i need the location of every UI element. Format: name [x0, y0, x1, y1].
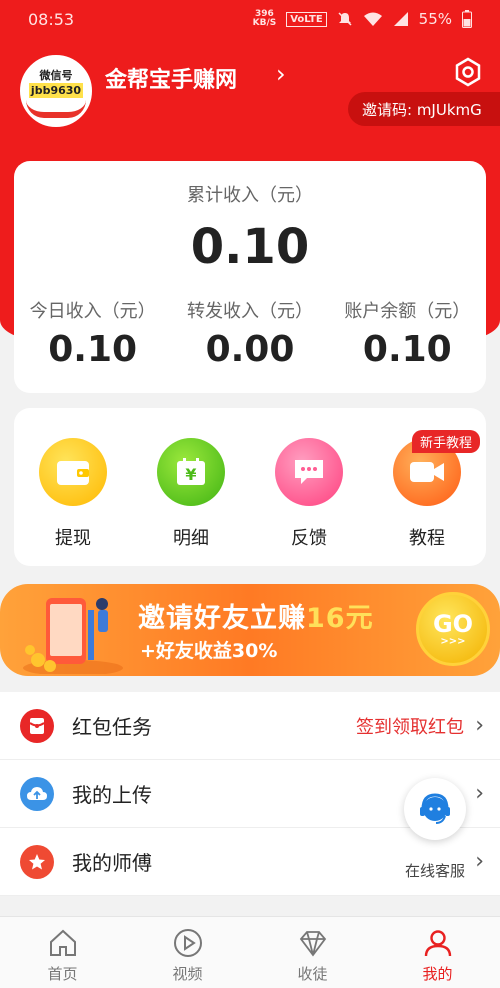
bottom-tab-bar: 首页 视频 收徒 我的 [0, 916, 500, 988]
feedback-button[interactable]: 反馈 [250, 408, 368, 566]
play-icon [173, 929, 202, 957]
settings-icon[interactable] [453, 57, 483, 87]
wallet-icon [39, 438, 107, 506]
invite-friends-banner[interactable]: 邀请好友立赚16元 +好友收益30% GO >>> [0, 584, 500, 676]
person-icon [424, 930, 451, 957]
star-icon [20, 844, 54, 879]
network-speed: 396 KB/S [252, 9, 277, 28]
total-income-label: 累计收入（元） [187, 185, 313, 206]
quick-actions: 提现 ¥ 明细 反馈 新手教程 教程 [14, 408, 486, 566]
cloud-upload-icon [20, 776, 54, 811]
headset-icon [404, 778, 466, 840]
go-button[interactable]: GO >>> [416, 592, 490, 666]
status-time: 08:53 [28, 9, 75, 29]
svg-text:¥: ¥ [185, 465, 196, 484]
chevron-right-icon: › [475, 781, 484, 806]
home-icon [49, 929, 76, 956]
wifi-icon [363, 12, 382, 26]
chevron-right-icon: › [475, 849, 484, 874]
red-envelope-icon [20, 708, 54, 743]
chevron-right-icon: › [475, 713, 484, 738]
chevron-right-icon[interactable]: › [276, 60, 286, 88]
account-balance: 账户余额（元） 0.10 [344, 301, 471, 370]
new-tutorial-badge: 新手教程 [411, 430, 480, 453]
income-card: 累计收入（元） 0.10 今日收入（元） 0.10 转发收入（元） 0.00 账… [14, 161, 486, 393]
status-bar: 08:53 396 KB/S VoLTE 55% [0, 0, 500, 38]
tab-home[interactable]: 首页 [0, 917, 125, 988]
today-income: 今日收入（元） 0.10 [29, 301, 156, 370]
battery-percent: 55% [418, 10, 452, 28]
shop-name[interactable]: 金帮宝手赚网 [105, 62, 237, 94]
online-customer-service[interactable]: 在线客服 [400, 778, 470, 881]
phone-illustration-icon [23, 598, 123, 674]
hands-logo-icon [26, 100, 86, 118]
mute-icon [338, 12, 352, 26]
banner-title: 邀请好友立赚16元 [138, 603, 374, 634]
battery-icon [462, 10, 472, 28]
withdraw-button[interactable]: 提现 [14, 408, 132, 566]
signal-icon [393, 12, 408, 26]
share-income: 转发收入（元） 0.00 [186, 301, 313, 370]
tab-mine[interactable]: 我的 [375, 917, 500, 988]
banner-subtitle: +好友收益30% [140, 640, 278, 662]
ledger-icon: ¥ [157, 438, 225, 506]
volte-badge: VoLTE [286, 11, 327, 27]
tutorial-button[interactable]: 新手教程 教程 [368, 408, 486, 566]
invite-code-badge[interactable]: 邀请码: mJUkmG [348, 92, 500, 126]
chat-bubble-icon [275, 438, 343, 506]
tab-recruit[interactable]: 收徒 [250, 917, 375, 988]
diamond-icon [299, 931, 326, 957]
tab-video[interactable]: 视频 [125, 917, 250, 988]
total-income-value: 0.10 [190, 219, 310, 275]
avatar[interactable]: 微信号 jbb9630 [20, 55, 92, 127]
details-button[interactable]: ¥ 明细 [132, 408, 250, 566]
list-item-red-envelope-tasks[interactable]: 红包任务 签到领取红包 › [0, 692, 500, 760]
checkin-link[interactable]: 签到领取红包 [356, 713, 464, 739]
